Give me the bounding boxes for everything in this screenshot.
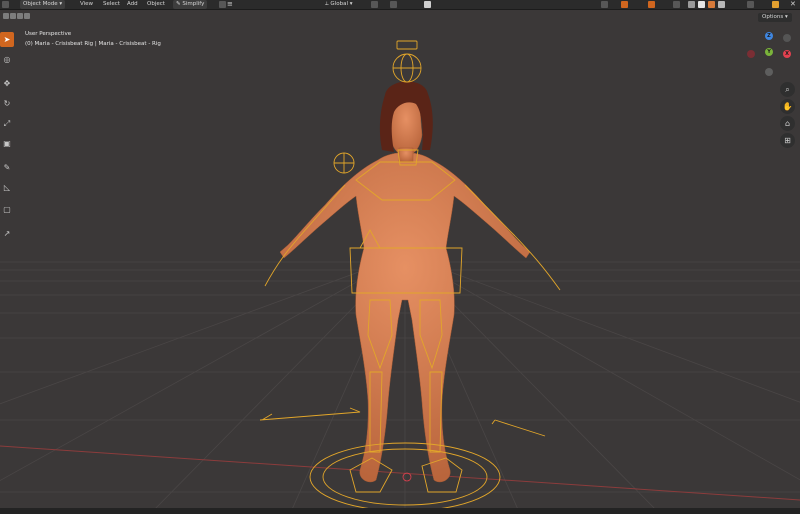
axes-icon: ⟂ [325,1,329,7]
pivot-icon[interactable] [371,1,378,8]
options-label: Options [762,14,784,20]
grid-layout-icon[interactable] [747,1,754,8]
camera-icon[interactable]: ⌂ [780,116,795,131]
close-icon[interactable]: ✕ [790,0,796,9]
neg-z-axis-handle[interactable] [765,68,773,76]
checkbox-icon[interactable] [219,1,226,8]
neg-y-axis-handle[interactable] [783,34,791,42]
rotate-tool-icon[interactable]: ↻ [0,96,14,111]
mode-selector[interactable]: Object Mode ▾ [20,0,66,9]
orientation-selector[interactable]: ⟂ Global ▾ [325,0,352,9]
gizmo-toggle-icon[interactable] [621,1,628,8]
select-subtract-icon[interactable] [17,13,23,19]
neg-x-axis-handle[interactable] [747,50,755,58]
z-axis-label: Z [767,33,771,39]
mode-label: Object Mode [23,1,58,7]
shading-solid-icon[interactable] [698,1,705,8]
select-mode-icon[interactable] [3,13,9,19]
simplify-label: Simplify [182,1,205,7]
scale-tool-icon[interactable]: ⤢ [0,116,14,131]
hamburger-icon[interactable]: ≡ [227,0,233,9]
menu-object[interactable]: Object [147,0,165,9]
select-extend-icon[interactable] [10,13,16,19]
x-axis-label: X [785,51,789,57]
snap-icon[interactable] [390,1,397,8]
orientation-label: Global [330,1,348,7]
z-axis-handle[interactable]: Z [765,32,773,40]
overlay-toggle-icon[interactable] [648,1,655,8]
shading-rendered-icon[interactable] [718,1,725,8]
proportional-edit-icon[interactable] [424,1,431,8]
y-axis-handle[interactable]: Y [765,48,773,56]
xray-icon[interactable] [673,1,680,8]
menu-view[interactable]: View [80,0,93,9]
cursor-tool-icon[interactable]: ◎ [0,52,14,67]
perspective-grid-icon[interactable]: ⊞ [780,133,795,148]
move-tool-icon[interactable]: ✥ [0,76,14,91]
menu-add[interactable]: Add [127,0,138,9]
active-object-label: (0) Maria - Crisisbeat Rig | Maria - Cri… [25,41,161,47]
tool-shelf: ➤ ◎ ✥ ↻ ⤢ ▣ ✎ ◺ ▢ ↗ [0,30,14,245]
pencil-icon: ✎ [176,1,181,7]
measure-tool-icon[interactable]: ◺ [0,180,14,195]
menu-select[interactable]: Select [103,0,120,9]
pan-hand-icon[interactable]: ✋ [780,99,795,114]
annotate-tool-icon[interactable]: ✎ [0,160,14,175]
y-axis-label: Y [767,49,771,55]
status-bar [0,508,800,514]
edit-tool-icon[interactable]: ↗ [0,226,14,241]
visibility-icon[interactable] [601,1,608,8]
editor-type-icon[interactable] [2,1,9,8]
header-bar: Object Mode ▾ View Select Add Object ✎ S… [0,0,800,10]
transform-tool-icon[interactable]: ▣ [0,136,14,151]
select-tool-icon[interactable]: ➤ [0,32,14,47]
shading-material-icon[interactable] [708,1,715,8]
scene-icon[interactable] [772,1,779,8]
3d-viewport[interactable] [0,0,800,514]
viewport-perspective-label: User Perspective [25,31,72,37]
select-intersect-icon[interactable] [24,13,30,19]
zoom-icon[interactable]: ⌕ [780,82,795,97]
options-button[interactable]: Options ▾ [758,13,792,22]
x-axis-handle[interactable]: X [783,50,791,58]
shading-wireframe-icon[interactable] [688,1,695,8]
simplify-button[interactable]: ✎ Simplify [173,0,208,9]
add-cube-tool-icon[interactable]: ▢ [0,202,14,217]
